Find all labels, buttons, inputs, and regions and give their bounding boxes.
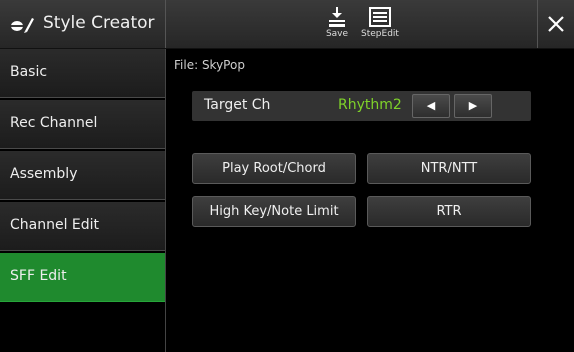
play-root-chord-button[interactable]: Play Root/Chord [192, 153, 356, 184]
save-button[interactable]: Save [315, 2, 359, 46]
sidebar-item-label: Basic [10, 64, 48, 80]
sidebar-item-assembly[interactable]: Assembly [0, 151, 165, 200]
style-creator-icon [11, 18, 34, 33]
target-channel-value[interactable]: Rhythm2 [338, 97, 402, 113]
file-name: File: SkyPop [174, 58, 245, 72]
app-title: Style Creator [43, 13, 155, 33]
previous-channel-button[interactable]: ◀ [412, 94, 450, 118]
stepedit-label: StepEdit [361, 29, 399, 39]
high-key-note-limit-button[interactable]: High Key/Note Limit [192, 196, 356, 227]
left-arrow-icon: ◀ [426, 99, 436, 112]
sidebar-item-label: Rec Channel [10, 115, 98, 131]
target-channel-row: Target Ch Rhythm2 ◀ ▶ [192, 91, 531, 121]
target-channel-label: Target Ch [204, 97, 271, 113]
ntr-ntt-button[interactable]: NTR/NTT [367, 153, 531, 184]
sidebar-item-channel-edit[interactable]: Channel Edit [0, 202, 165, 251]
sidebar-item-rec-channel[interactable]: Rec Channel [0, 100, 165, 149]
sidebar-item-sff-edit[interactable]: SFF Edit [0, 253, 165, 302]
close-button[interactable] [538, 0, 574, 48]
save-icon [329, 7, 345, 27]
title-bar: Style Creator Save StepEdit [0, 0, 574, 49]
sidebar-item-label: SFF Edit [10, 268, 67, 284]
step-edit-icon [369, 7, 391, 27]
sidebar-item-label: Channel Edit [10, 217, 100, 233]
stepedit-button[interactable]: StepEdit [358, 2, 402, 46]
next-channel-button[interactable]: ▶ [454, 94, 492, 118]
right-arrow-icon: ▶ [468, 99, 478, 112]
sidebar-item-basic[interactable]: Basic [0, 49, 165, 98]
sidebar-item-label: Assembly [10, 166, 78, 182]
save-label: Save [325, 29, 349, 39]
divider [165, 0, 166, 48]
close-icon [548, 16, 564, 32]
sidebar: Basic Rec Channel Assembly Channel Edit … [0, 49, 166, 352]
rtr-button[interactable]: RTR [367, 196, 531, 227]
